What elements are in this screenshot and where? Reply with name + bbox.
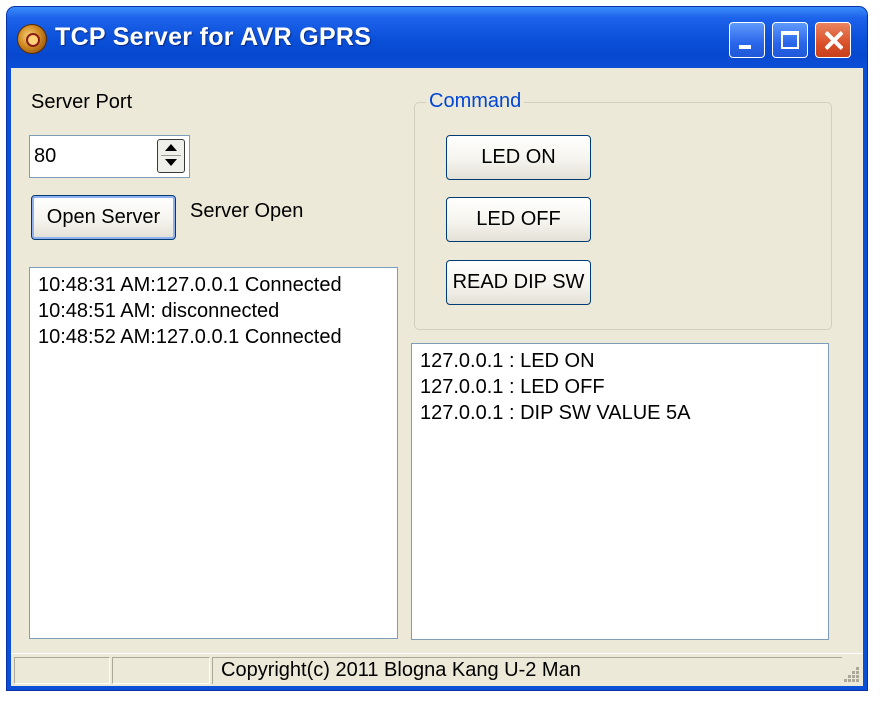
- list-item[interactable]: 10:48:52 AM:127.0.0.1 Connected: [38, 324, 397, 350]
- command-group-title: Command: [426, 90, 525, 113]
- message-log[interactable]: 127.0.0.1 : LED ON 127.0.0.1 : LED OFF 1…: [411, 343, 829, 640]
- server-status: Server Open: [190, 200, 304, 222]
- app-icon[interactable]: [17, 24, 47, 54]
- list-item[interactable]: 10:48:51 AM: disconnected: [38, 298, 397, 324]
- led-off-button[interactable]: LED OFF: [446, 197, 591, 242]
- server-port-field: [29, 135, 190, 178]
- server-port-label: Server Port: [31, 91, 133, 113]
- resize-grip-icon[interactable]: [844, 667, 860, 683]
- copyright-text: Copyright(c) 2011 Blogna Kang U-2 Man: [221, 659, 581, 681]
- status-panel: Copyright(c) 2011 Blogna Kang U-2 Man: [212, 657, 842, 684]
- server-port-input[interactable]: [31, 137, 156, 175]
- list-item[interactable]: 127.0.0.1 : DIP SW VALUE 5A: [420, 400, 828, 426]
- list-item[interactable]: 127.0.0.1 : LED OFF: [420, 374, 828, 400]
- client-area: Server Port Open Server Server Open 10:4…: [11, 68, 863, 686]
- command-group: Command LED ON LED OFF READ DIP SW: [414, 90, 832, 330]
- list-item[interactable]: 127.0.0.1 : LED ON: [420, 348, 828, 374]
- led-on-button[interactable]: LED ON: [446, 135, 591, 180]
- close-icon[interactable]: [815, 22, 851, 58]
- port-spinner[interactable]: [157, 139, 185, 173]
- status-panel: [14, 657, 110, 684]
- window-title: TCP Server for AVR GPRS: [55, 23, 372, 51]
- spin-up-icon[interactable]: [161, 141, 181, 156]
- status-panel: [112, 657, 210, 684]
- app-window: TCP Server for AVR GPRS Server Port Open…: [7, 7, 867, 690]
- status-bar: Copyright(c) 2011 Blogna Kang U-2 Man: [11, 653, 863, 686]
- connection-log[interactable]: 10:48:31 AM:127.0.0.1 Connected 10:48:51…: [29, 267, 398, 639]
- minimize-icon[interactable]: [729, 22, 765, 58]
- maximize-icon[interactable]: [772, 22, 808, 58]
- list-item[interactable]: 10:48:31 AM:127.0.0.1 Connected: [38, 272, 397, 298]
- read-dip-sw-button[interactable]: READ DIP SW: [446, 260, 591, 305]
- title-bar[interactable]: TCP Server for AVR GPRS: [7, 7, 867, 68]
- open-server-button[interactable]: Open Server: [31, 195, 176, 240]
- spin-down-icon[interactable]: [161, 156, 181, 170]
